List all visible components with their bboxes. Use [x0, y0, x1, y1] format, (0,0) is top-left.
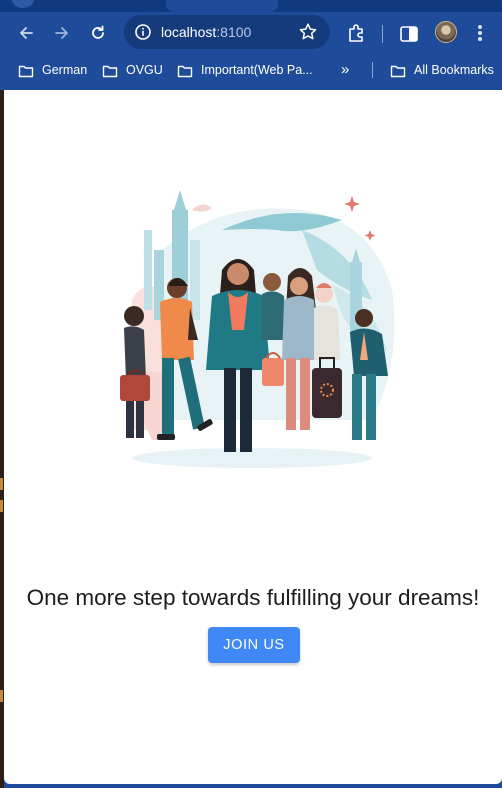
arrow-left-icon[interactable] [13, 20, 39, 46]
url-port: :8100 [216, 24, 252, 40]
url-text[interactable]: localhost:8100 [161, 24, 251, 40]
page-content: One more step towards fulfilling your dr… [4, 90, 502, 784]
side-panel-icon[interactable] [398, 23, 420, 45]
star-icon[interactable] [298, 22, 318, 42]
arrow-right-icon[interactable] [49, 20, 75, 46]
join-us-button[interactable]: JOIN US [208, 627, 300, 663]
all-bookmarks-button[interactable]: All Bookmarks [390, 61, 494, 79]
bookmark-label: All Bookmarks [414, 63, 494, 77]
reload-icon[interactable] [85, 20, 111, 46]
toolbar-divider [382, 25, 383, 43]
bookmark-label: OVGU [126, 63, 163, 77]
bookmark-label: Important(Web Pa... [201, 63, 313, 77]
bookmark-ovgu[interactable]: OVGU [102, 61, 163, 79]
address-bar[interactable]: localhost:8100 [124, 15, 330, 49]
url-host: localhost [161, 24, 217, 40]
avatar[interactable] [435, 21, 457, 43]
tab-favicon[interactable] [12, 0, 34, 8]
tab-strip [0, 0, 502, 12]
bookmarks-overflow-button[interactable]: » [341, 61, 349, 79]
bookmarks-divider [372, 62, 373, 78]
browser-toolbar: localhost:8100 [0, 12, 502, 54]
folder-icon [18, 65, 34, 77]
site-info-icon[interactable] [134, 23, 152, 41]
browser-window: localhost:8100 German OVGU Important(Web… [0, 0, 502, 788]
bookmarks-bar: German OVGU Important(Web Pa... » All Bo… [0, 54, 502, 86]
kebab-menu-icon[interactable] [468, 21, 492, 45]
bookmark-label: German [42, 63, 88, 77]
folder-icon [390, 65, 406, 77]
puzzle-icon[interactable] [345, 22, 367, 44]
bookmark-german[interactable]: German [18, 61, 87, 79]
bookmark-important[interactable]: Important(Web Pa... [177, 61, 313, 79]
folder-icon [102, 65, 118, 77]
folder-icon [177, 65, 193, 77]
travelers-illustration [120, 190, 395, 468]
page-headline: One more step towards fulfilling your dr… [26, 585, 480, 610]
tab-active[interactable] [166, 0, 278, 12]
